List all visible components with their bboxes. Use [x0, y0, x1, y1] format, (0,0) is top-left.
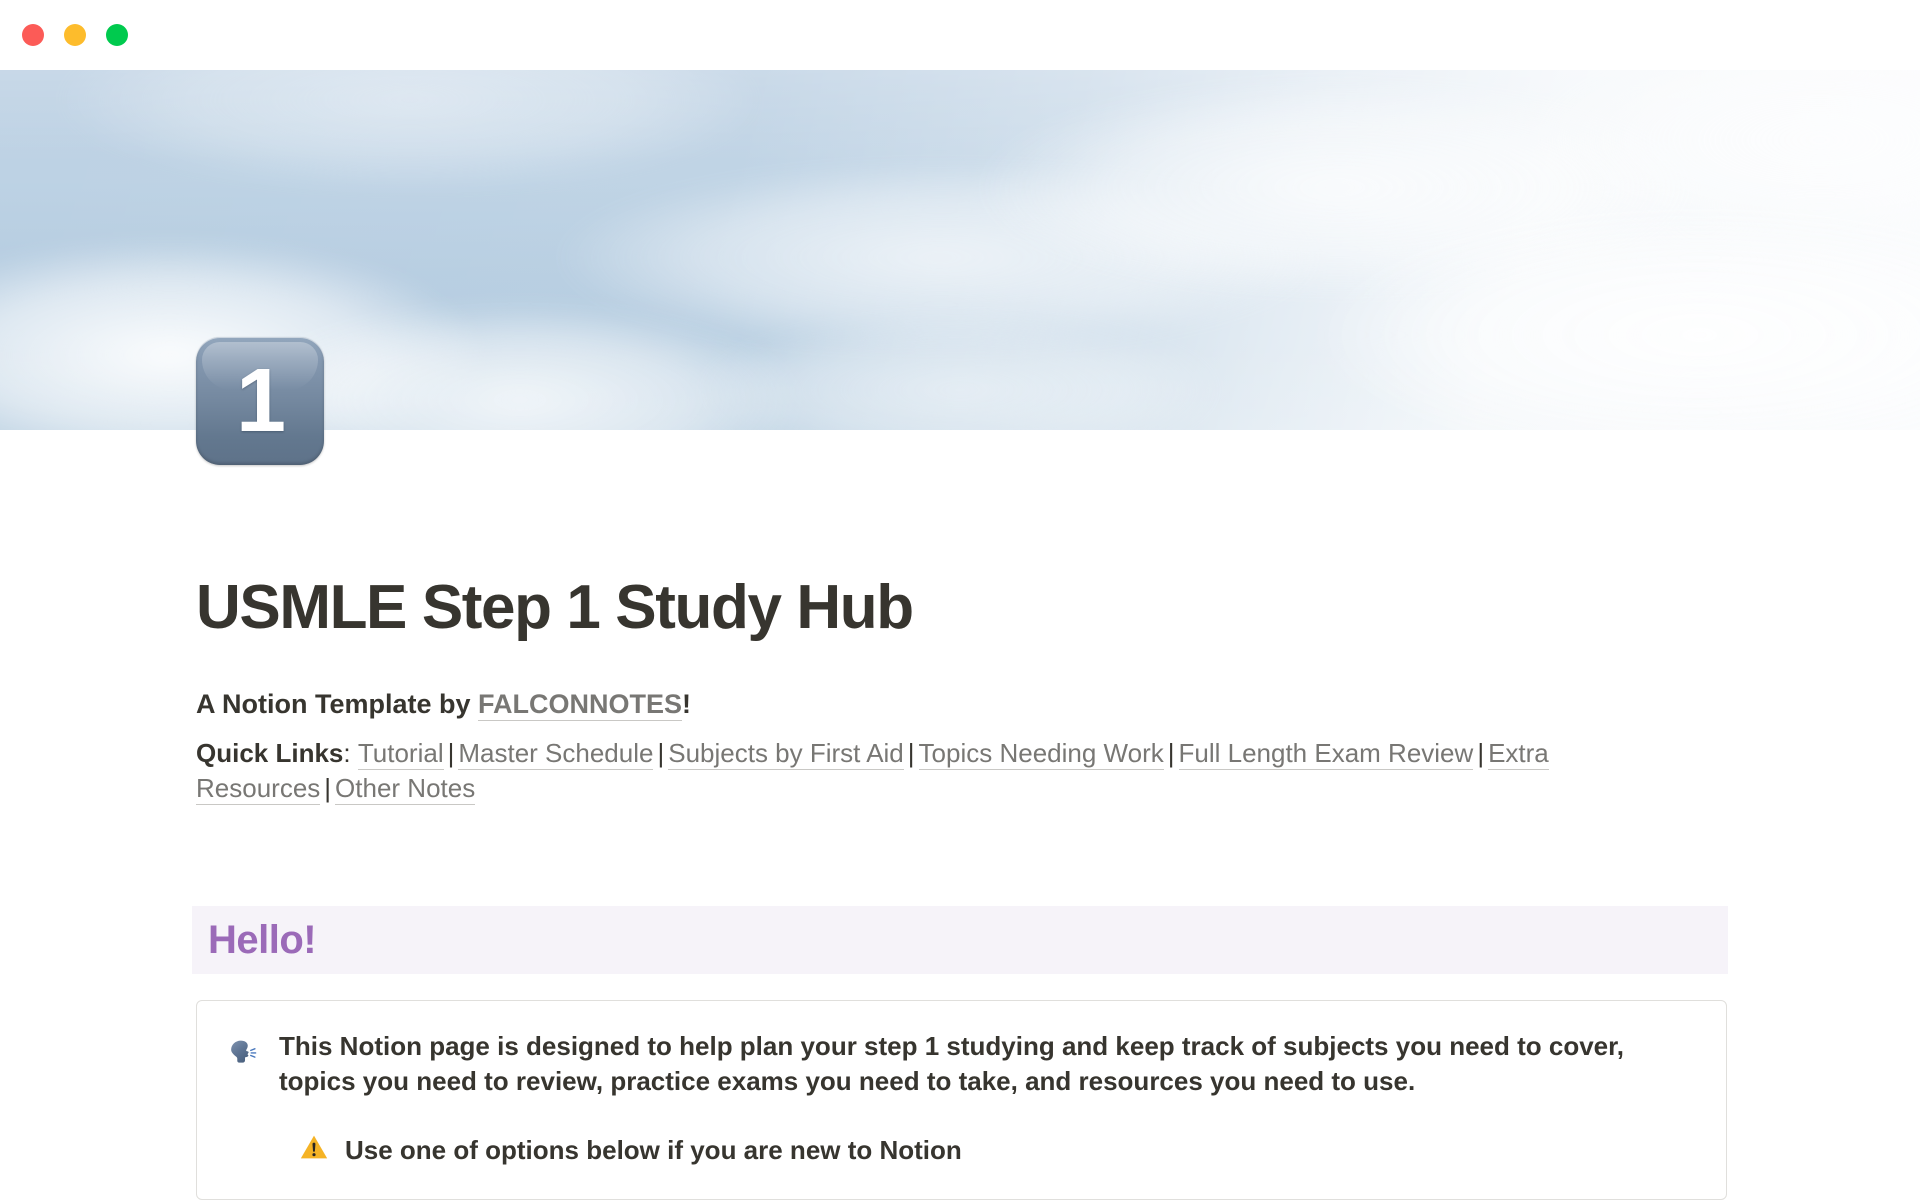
author-link[interactable]: FALCONNOTES [478, 688, 683, 721]
quick-link-other-notes[interactable]: Other Notes [335, 772, 476, 805]
page-icon[interactable]: 1 [196, 337, 324, 465]
page-title[interactable]: USMLE Step 1 Study Hub [196, 574, 1920, 642]
callout-main-row: This Notion page is designed to help pla… [225, 1029, 1696, 1099]
quick-link-topics-needing-work[interactable]: Topics Needing Work [918, 738, 1164, 771]
quick-link-tutorial[interactable]: Tutorial [357, 738, 444, 771]
quick-links-separator: | [447, 738, 455, 769]
byline-prefix: A Notion Template by [196, 688, 479, 719]
intro-callout[interactable]: This Notion page is designed to help pla… [196, 1000, 1727, 1200]
callout-subtext: Use one of options below if you are new … [345, 1135, 962, 1166]
quick-links-separator: | [657, 738, 665, 769]
callout-text: This Notion page is designed to help pla… [279, 1031, 1625, 1097]
warning-icon [299, 1133, 329, 1163]
close-window-button[interactable] [22, 24, 44, 46]
quick-link-subjects-by-first-aid[interactable]: Subjects by First Aid [668, 738, 904, 771]
quick-links-separator: | [907, 738, 915, 769]
callout-subline: Use one of options below if you are new … [299, 1133, 1696, 1168]
quick-links-label: Quick Links [196, 738, 344, 769]
keycap-1-emoji: 1 [196, 337, 324, 465]
app-window: 1 USMLE Step 1 Study Hub A Notion Templa… [0, 0, 1920, 1200]
title-bar [0, 0, 1920, 70]
quick-link-full-length-exam-review[interactable]: Full Length Exam Review [1178, 738, 1474, 771]
quick-link-master-schedule[interactable]: Master Schedule [458, 738, 654, 771]
byline: A Notion Template by FALCONNOTES! [196, 684, 1920, 725]
quick-links-colon: : [343, 738, 351, 769]
hello-banner: Hello! [192, 906, 1728, 974]
quick-links-separator: | [1167, 738, 1175, 769]
zoom-window-button[interactable] [106, 24, 128, 46]
page-content: USMLE Step 1 Study Hub A Notion Template… [0, 430, 1920, 805]
quick-links-separator: | [324, 772, 332, 803]
byline-suffix: ! [682, 688, 692, 719]
minimize-window-button[interactable] [64, 24, 86, 46]
quick-links: Quick Links: Tutorial | Master Schedule | Su… [196, 736, 1736, 805]
hello-heading: Hello! [208, 917, 317, 962]
traffic-light-group [22, 24, 128, 46]
speaking-head-icon [225, 1035, 259, 1069]
keycap-number: 1 [235, 351, 286, 451]
quick-links-separator: | [1477, 738, 1485, 769]
